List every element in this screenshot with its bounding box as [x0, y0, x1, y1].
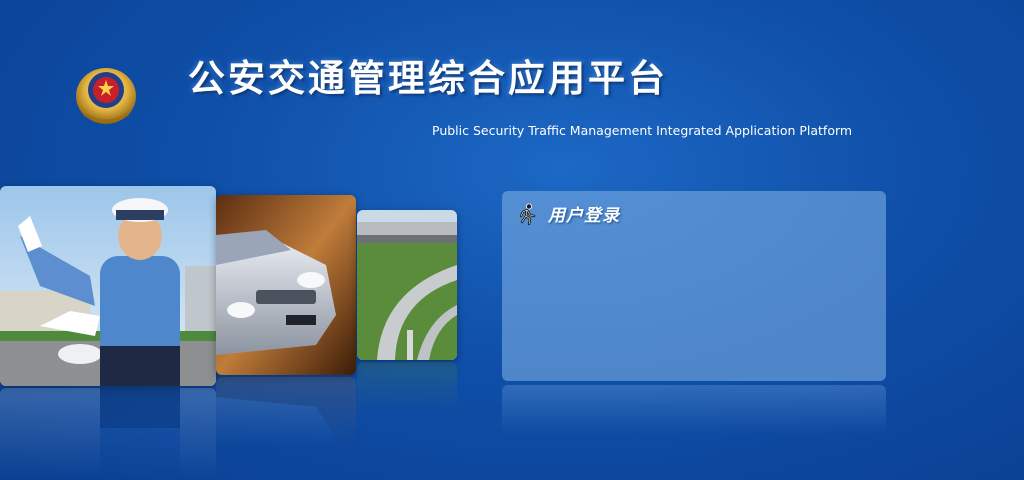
car-photo [216, 195, 356, 375]
login-panel-reflection [502, 385, 886, 435]
traffic-police-photo-reflection [0, 388, 216, 480]
highway-photo [357, 210, 457, 360]
login-header: 用户登录 [516, 201, 620, 226]
login-panel: 用户登录 [502, 191, 886, 381]
traffic-police-photo [0, 186, 216, 386]
highway-photo-reflection [357, 362, 457, 412]
login-title: 用户登录 [548, 206, 620, 226]
police-emblem-icon [70, 56, 142, 128]
page-title: 公安交通管理综合应用平台 [188, 56, 668, 100]
running-person-icon [516, 203, 538, 225]
car-photo-reflection [216, 377, 356, 447]
page-subtitle: Public Security Traffic Management Integ… [432, 123, 853, 138]
